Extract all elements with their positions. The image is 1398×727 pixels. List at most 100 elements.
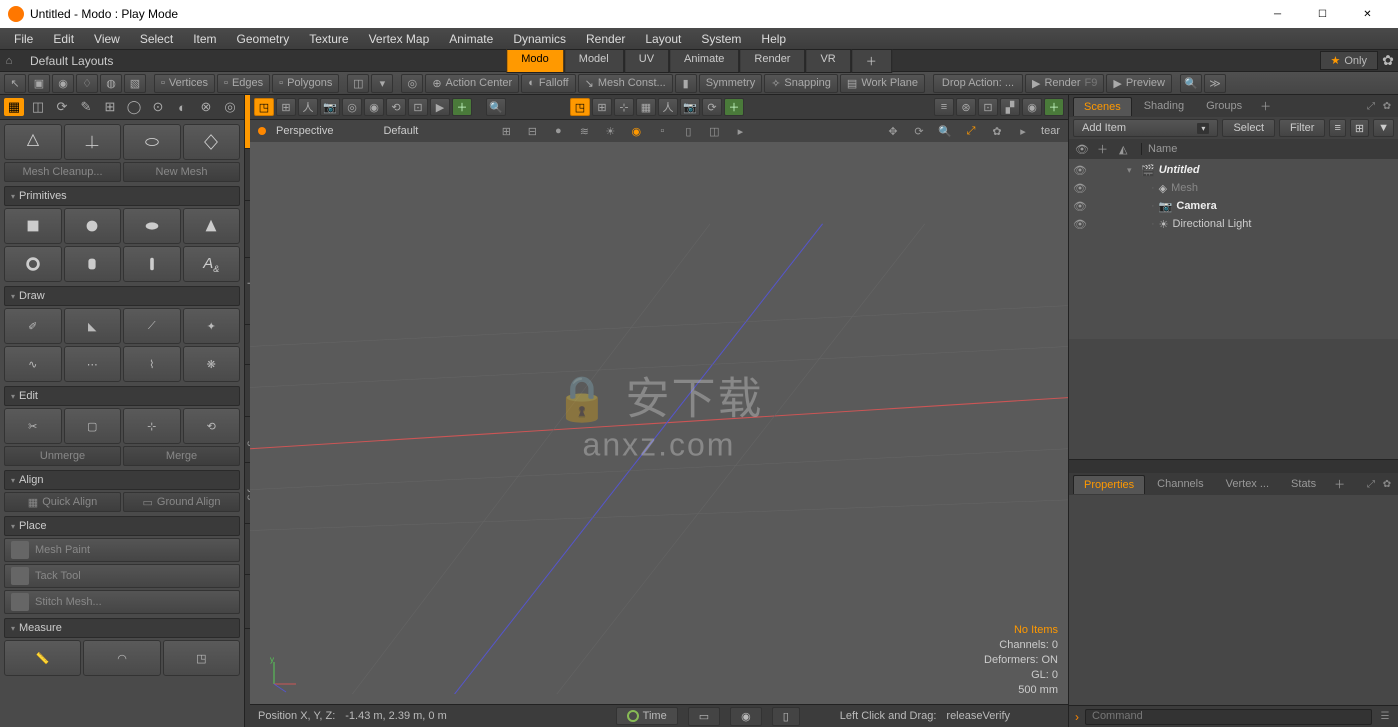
menu-view[interactable]: View: [84, 30, 130, 48]
mesh-paint-button[interactable]: Mesh Paint: [4, 538, 240, 562]
prim-cone[interactable]: [183, 208, 241, 244]
layout-tab-model[interactable]: Model: [564, 49, 624, 73]
measure-ruler[interactable]: 📏: [4, 640, 81, 676]
unmerge-button[interactable]: Unmerge: [4, 446, 121, 466]
eye-icon[interactable]: 👁: [1073, 182, 1087, 195]
vt-zoom-icon[interactable]: 🔍: [937, 124, 953, 138]
prim-cube[interactable]: [4, 208, 62, 244]
filter-icon[interactable]: ▼: [1373, 119, 1394, 137]
strip-i4[interactable]: ⊞: [100, 98, 120, 116]
tab-stats[interactable]: Stats: [1281, 475, 1326, 493]
cmd-menu-icon[interactable]: ☰: [1378, 710, 1392, 724]
sym-icon[interactable]: ▮: [675, 74, 697, 93]
tool-axis1[interactable]: [4, 124, 62, 160]
time-button[interactable]: Time: [616, 707, 678, 725]
vt-expand-icon[interactable]: ⤢: [963, 124, 979, 138]
preview-button[interactable]: ▶ Preview: [1106, 74, 1172, 93]
menu-animate[interactable]: Animate: [439, 30, 503, 48]
vt-i2[interactable]: ⊟: [524, 124, 540, 138]
tool-axis2[interactable]: [64, 124, 122, 160]
cube-icon[interactable]: ◍: [100, 74, 122, 93]
expand-icon[interactable]: ▾: [1127, 165, 1137, 176]
strip-cube-icon[interactable]: ▦: [4, 98, 24, 116]
tab-shading[interactable]: Shading: [1134, 97, 1194, 115]
name-col[interactable]: Name: [1141, 143, 1177, 155]
menu-dynamics[interactable]: Dynamics: [503, 30, 576, 48]
vp2-cube-icon[interactable]: ◳: [570, 98, 590, 116]
ground-align-button[interactable]: ▭ Ground Align: [123, 492, 240, 512]
section-primitives[interactable]: Primitives: [4, 186, 240, 206]
add-item-dropdown[interactable]: Add Item: [1073, 119, 1218, 137]
vp-i3[interactable]: 人: [298, 98, 318, 116]
vt-i7[interactable]: ▫: [654, 124, 670, 138]
vp-add-icon[interactable]: ＋: [452, 98, 472, 116]
default-tab[interactable]: Default: [383, 125, 418, 137]
menu-render[interactable]: Render: [576, 30, 635, 48]
menu-select[interactable]: Select: [130, 30, 183, 48]
layout-label[interactable]: Default Layouts: [18, 54, 125, 68]
cubes-icon[interactable]: ▧: [124, 74, 146, 93]
menu-texture[interactable]: Texture: [299, 30, 358, 48]
drop-icon[interactable]: ▾: [371, 74, 393, 93]
vpr-i3[interactable]: ⊡: [978, 98, 998, 116]
strip-i1[interactable]: ◫: [28, 98, 48, 116]
menu-edit[interactable]: Edit: [43, 30, 84, 48]
tab-add[interactable]: ＋: [1254, 96, 1277, 116]
sb-i3[interactable]: ▯: [772, 707, 800, 726]
vp-i7[interactable]: ⟲: [386, 98, 406, 116]
vp-i5[interactable]: ◎: [342, 98, 362, 116]
symmetry-button[interactable]: Symmetry: [699, 74, 763, 93]
strip-i7[interactable]: ◐: [172, 98, 192, 116]
draw-8[interactable]: ❋: [183, 346, 241, 382]
arrow-icon[interactable]: ▣: [28, 74, 50, 93]
layout-tab-render[interactable]: Render: [739, 49, 805, 73]
mesh-cleanup-button[interactable]: Mesh Cleanup...: [4, 162, 121, 182]
menu-vertexmap[interactable]: Vertex Map: [359, 30, 440, 48]
menu-file[interactable]: File: [4, 30, 43, 48]
vt-move-icon[interactable]: ✥: [885, 124, 901, 138]
menu-geometry[interactable]: Geometry: [227, 30, 300, 48]
measure-angle[interactable]: ◠: [83, 640, 160, 676]
vp2-i3[interactable]: ⊹: [614, 98, 634, 116]
tab-scenes[interactable]: Scenes: [1073, 97, 1132, 116]
tab-groups[interactable]: Groups: [1196, 97, 1252, 115]
tab-channels[interactable]: Channels: [1147, 475, 1213, 493]
action-center-button[interactable]: ⊕ Action Center: [425, 74, 519, 93]
tack-tool-button[interactable]: Tack Tool: [4, 564, 240, 588]
snapping-button[interactable]: ✧ Snapping: [764, 74, 838, 93]
polygons-button[interactable]: ▫ Polygons: [272, 74, 339, 93]
workplane-button[interactable]: ▤ Work Plane: [840, 74, 925, 93]
edit-3[interactable]: ⊹: [123, 408, 181, 444]
vt-i10[interactable]: ▸: [732, 124, 748, 138]
eye-icon[interactable]: 👁: [1073, 218, 1087, 231]
panel-expand-icon[interactable]: ⤢: [1364, 99, 1378, 113]
props-expand-icon[interactable]: ⤢: [1364, 477, 1378, 491]
quick-align-button[interactable]: ▦ Quick Align: [4, 492, 121, 512]
section-measure[interactable]: Measure: [4, 618, 240, 638]
strip-i2[interactable]: ⟳: [52, 98, 72, 116]
draw-6[interactable]: ⋯: [64, 346, 122, 382]
menu-item[interactable]: Item: [183, 30, 226, 48]
vt-i9[interactable]: ◫: [706, 124, 722, 138]
sb-i2[interactable]: ◉: [730, 707, 762, 726]
stitch-mesh-button[interactable]: Stitch Mesh...: [4, 590, 240, 614]
vp2-i5[interactable]: 人: [658, 98, 678, 116]
vt-chevron-icon[interactable]: ▸: [1015, 124, 1031, 138]
vp2-i7[interactable]: ⟳: [702, 98, 722, 116]
draw-5[interactable]: ∿: [4, 346, 62, 382]
vp-i6[interactable]: ◉: [364, 98, 384, 116]
layout-tab-vr[interactable]: VR: [805, 49, 850, 73]
sb-i1[interactable]: ▭: [688, 707, 720, 726]
vp-cube-icon[interactable]: ◳: [254, 98, 274, 116]
home-icon[interactable]: ⌂: [0, 55, 18, 67]
prim-sphere[interactable]: [64, 208, 122, 244]
shield-icon[interactable]: ♢: [76, 74, 98, 93]
merge-button[interactable]: Merge: [123, 446, 240, 466]
vpr-add-icon[interactable]: ＋: [1044, 98, 1064, 116]
vp2-add-icon[interactable]: ＋: [724, 98, 744, 116]
edit-2[interactable]: ▢: [64, 408, 122, 444]
sort-icon[interactable]: ⊞: [1350, 119, 1369, 137]
section-align[interactable]: Align: [4, 470, 240, 490]
eye-col-icon[interactable]: 👁: [1075, 143, 1089, 156]
draw-7[interactable]: ⌇: [123, 346, 181, 382]
